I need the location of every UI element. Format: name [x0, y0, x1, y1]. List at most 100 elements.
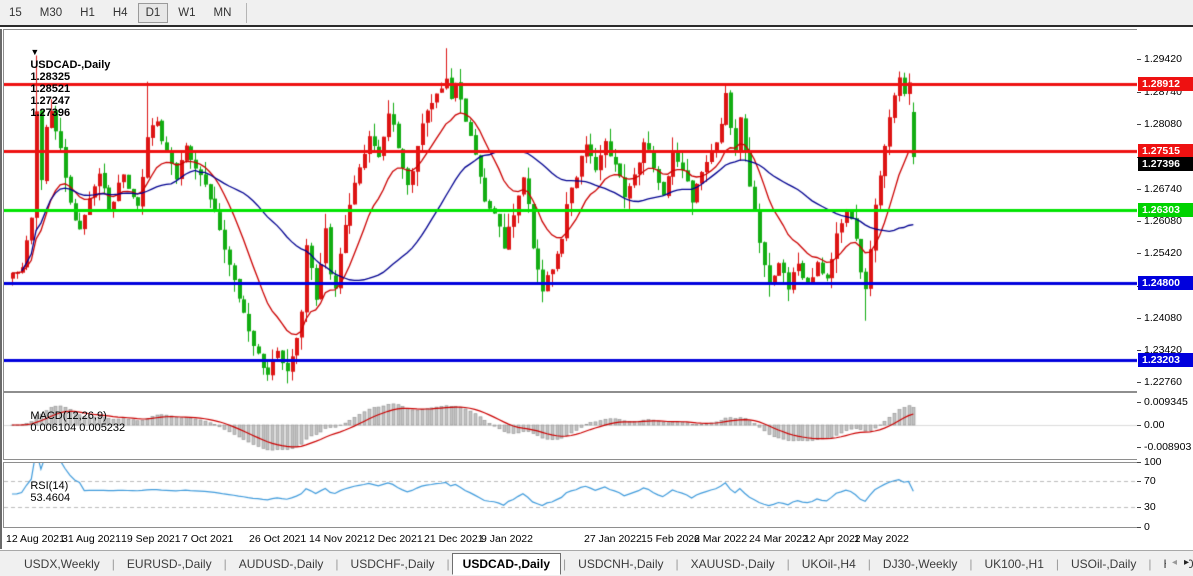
- timeframe-toolbar: 15M30H1H4D1W1MN: [0, 0, 1193, 27]
- date-axis-label: 14 Nov 2021: [309, 533, 369, 545]
- axis-tick-mark: [1137, 402, 1141, 403]
- timeframe-button-mn[interactable]: MN: [206, 3, 240, 23]
- date-axis-label: 31 Aug 2021: [62, 533, 121, 545]
- tab-separator: |: [112, 557, 115, 571]
- ohlc-high: 1.28521: [30, 83, 70, 95]
- price-chart-canvas[interactable]: [4, 30, 1137, 391]
- axis-tick-mark: [1137, 462, 1141, 463]
- tab-separator: |: [335, 557, 338, 571]
- chart-tab-usdchf-daily[interactable]: USDCHF-,Daily: [341, 553, 445, 575]
- timeframe-button-h1[interactable]: H1: [72, 3, 103, 23]
- axis-tick-mark: [1137, 481, 1141, 482]
- macd-name: MACD(12,26,9): [30, 410, 106, 422]
- axis-tick-mark: [1137, 221, 1141, 222]
- date-axis-label: 27 Jan 2022: [584, 533, 642, 545]
- chart-tab-dj30-weekly[interactable]: DJ30-,Weekly: [873, 553, 967, 575]
- tab-scroll-right-icon[interactable]: ▸: [1184, 557, 1189, 568]
- axis-tick-mark: [1137, 318, 1141, 319]
- tab-scroll-left-icon[interactable]: ◂: [1172, 557, 1177, 568]
- tab-separator: |: [447, 557, 450, 571]
- price-level-tag: 1.27396: [1138, 157, 1193, 171]
- chart-title: ▼ USDCAD-,Daily 1.28325 1.28521 1.27247 …: [12, 35, 115, 131]
- chart-tab-usdcad-daily[interactable]: USDCAD-,Daily: [452, 553, 561, 575]
- axis-tick-mark: [1137, 124, 1141, 125]
- axis-tick-mark: [1137, 350, 1141, 351]
- axis-tick-mark: [1137, 59, 1141, 60]
- price-axis-tick: 1.24080: [1144, 312, 1182, 324]
- axis-tick-mark: [1137, 425, 1141, 426]
- price-level-tag: 1.24800: [1138, 276, 1193, 290]
- timeframe-button-m30[interactable]: M30: [32, 3, 70, 23]
- axis-tick-mark: [1137, 447, 1141, 448]
- date-axis-label: 12 Apr 2022: [804, 533, 861, 545]
- price-level-tag: 1.26303: [1138, 203, 1193, 217]
- price-axis-tick: 1.22760: [1144, 376, 1182, 388]
- ohlc-open: 1.28325: [30, 71, 70, 83]
- tab-separator: |: [868, 557, 871, 571]
- price-level-tag: 1.23203: [1138, 353, 1193, 367]
- chart-window: ▼ USDCAD-,Daily 1.28325 1.28521 1.27247 …: [0, 29, 1193, 549]
- rsi-axis-tick: 30: [1144, 501, 1156, 513]
- timeframe-button-15[interactable]: 15: [1, 3, 30, 23]
- ohlc-low: 1.27247: [30, 95, 70, 107]
- tab-separator: |: [969, 557, 972, 571]
- tab-separator: |: [224, 557, 227, 571]
- symbol-label: USDCAD-,Daily: [30, 59, 110, 71]
- date-axis: 12 Aug 202131 Aug 202119 Sep 20217 Oct 2…: [4, 528, 1137, 549]
- toolbar-divider: [246, 3, 247, 23]
- price-axis-tick: 1.28080: [1144, 118, 1182, 130]
- rsi-axis-tick: 70: [1144, 475, 1156, 487]
- timeframe-button-d1[interactable]: D1: [138, 3, 169, 23]
- mt4-window: 15M30H1H4D1W1MN ▼ USDCAD-,Daily 1.28325 …: [0, 0, 1193, 576]
- ohlc-close: 1.27396: [30, 107, 70, 119]
- macd-values: 0.006104 0.005232: [30, 422, 125, 434]
- price-level-tag: 1.28912: [1138, 77, 1193, 91]
- date-axis-label: 9 Jan 2022: [481, 533, 533, 545]
- macd-axis-tick: 0.009345: [1144, 396, 1188, 408]
- chart-tab-uk100-h1[interactable]: UK100-,H1: [975, 553, 1054, 575]
- macd-indicator-canvas[interactable]: [4, 393, 1137, 459]
- date-axis-label: 24 Mar 2022: [749, 533, 808, 545]
- axis-tick-mark: [1137, 527, 1141, 528]
- price-axis-tick: 1.29420: [1144, 53, 1182, 65]
- tab-separator: |: [563, 557, 566, 571]
- chart-tab-ukoil-h4[interactable]: UKOil-,H4: [792, 553, 866, 575]
- price-axis: 1.294201.287401.280801.274001.267401.260…: [1137, 29, 1193, 549]
- macd-axis-tick: 0.00: [1144, 419, 1164, 431]
- tab-separator: |: [1056, 557, 1059, 571]
- tab-scroll-arrows: ◂▸: [1166, 557, 1189, 568]
- rsi-axis-tick: 100: [1144, 456, 1162, 468]
- chart-tab-eurusd-daily[interactable]: EURUSD-,Daily: [117, 553, 222, 575]
- date-axis-label: 26 Oct 2021: [249, 533, 306, 545]
- date-axis-label: 19 Sep 2021: [121, 533, 181, 545]
- rsi-axis-tick: 0: [1144, 521, 1150, 533]
- tab-separator: |: [787, 557, 790, 571]
- chart-tab-usdcnh-daily[interactable]: USDCNH-,Daily: [568, 553, 673, 575]
- date-axis-label: 1 May 2022: [854, 533, 909, 545]
- rsi-title: RSI(14) 53.4604: [12, 468, 70, 516]
- price-level-tag: 1.27515: [1138, 144, 1193, 158]
- chart-tab-xauusd-daily[interactable]: XAUUSD-,Daily: [681, 553, 785, 575]
- axis-tick-mark: [1137, 92, 1141, 93]
- tab-separator: |: [1148, 557, 1151, 571]
- tab-separator: |: [676, 557, 679, 571]
- chart-tabbar: USDX,Weekly|EURUSD-,Daily|AUDUSD-,Daily|…: [0, 550, 1193, 576]
- axis-tick-mark: [1137, 189, 1141, 190]
- timeframe-button-w1[interactable]: W1: [170, 3, 203, 23]
- date-axis-label: 7 Oct 2021: [182, 533, 233, 545]
- axis-tick-mark: [1137, 507, 1141, 508]
- macd-axis-tick: -0.008903: [1144, 441, 1191, 453]
- chart-tab-usdx-weekly[interactable]: USDX,Weekly: [14, 553, 110, 575]
- date-axis-label: 15 Feb 2022: [641, 533, 700, 545]
- axis-tick-mark: [1137, 382, 1141, 383]
- axis-tick-mark: [1137, 253, 1141, 254]
- chart-tab-audusd-daily[interactable]: AUDUSD-,Daily: [229, 553, 334, 575]
- date-axis-label: 21 Dec 2021: [424, 533, 484, 545]
- rsi-indicator-canvas[interactable]: [4, 463, 1137, 527]
- price-axis-tick: 1.25420: [1144, 247, 1182, 259]
- price-axis-tick: 1.26740: [1144, 183, 1182, 195]
- chart-tab-usoil-daily[interactable]: USOil-,Daily: [1061, 553, 1146, 575]
- timeframe-button-h4[interactable]: H4: [105, 3, 136, 23]
- macd-title: MACD(12,26,9) 0.006104 0.005232: [12, 398, 125, 446]
- collapse-triangle-icon[interactable]: ▼: [30, 47, 39, 57]
